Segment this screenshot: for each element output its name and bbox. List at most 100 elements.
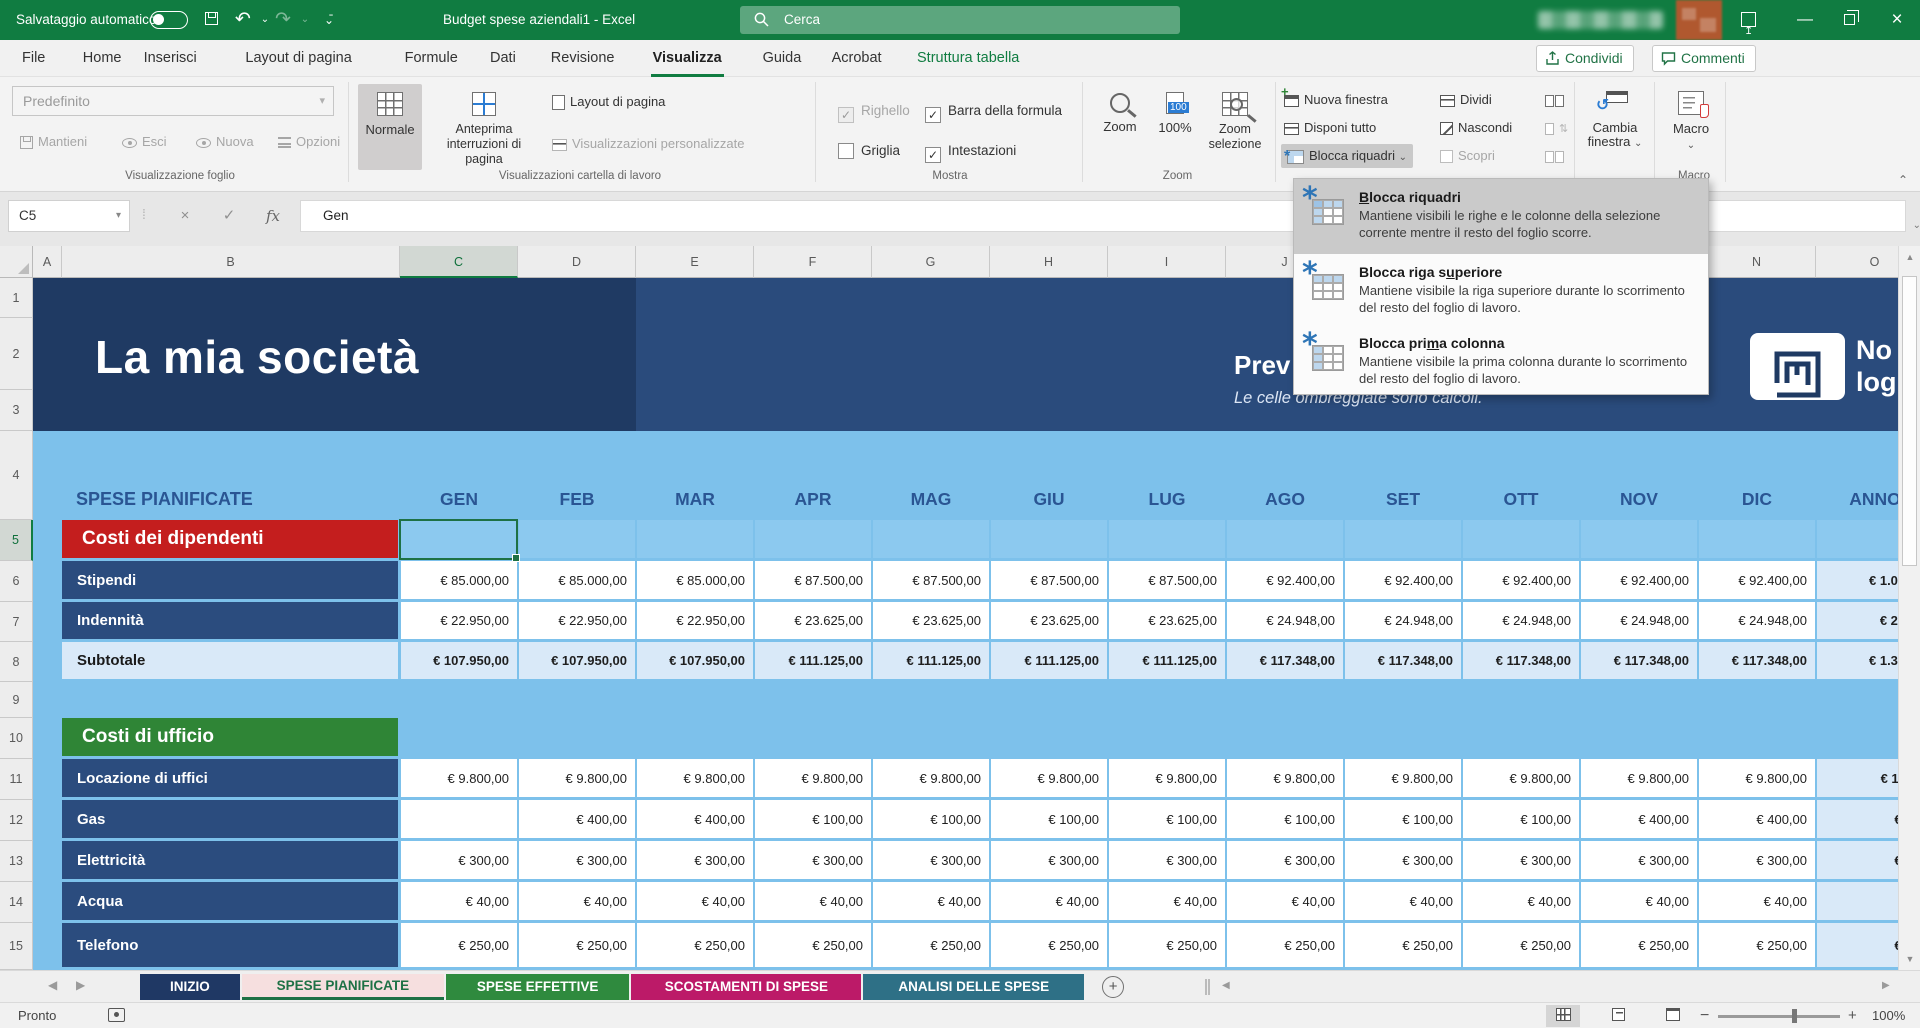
value-cell[interactable]: € 23.625,00 bbox=[755, 602, 871, 639]
sheet-nav-left-icon[interactable]: ◀ bbox=[48, 978, 57, 992]
value-cell[interactable]: € 87.500,00 bbox=[991, 561, 1107, 599]
value-cell[interactable]: € 9.800,00 bbox=[637, 759, 753, 797]
value-cell[interactable]: € 300,00 bbox=[755, 841, 871, 879]
accessibility-icon[interactable] bbox=[108, 1008, 125, 1022]
value-cell[interactable]: € 250,00 bbox=[1699, 923, 1815, 967]
row-header-15[interactable]: 15 bbox=[0, 923, 33, 970]
value-cell[interactable]: € 40,00 bbox=[873, 882, 989, 920]
empty-cell[interactable] bbox=[519, 520, 635, 558]
value-cell[interactable]: € 9.800,00 bbox=[401, 759, 517, 797]
value-cell[interactable]: € 100,00 bbox=[1109, 800, 1225, 838]
column-header-A[interactable]: A bbox=[33, 246, 62, 278]
value-cell[interactable]: € 24.948,00 bbox=[1345, 602, 1461, 639]
value-cell[interactable]: € 100,00 bbox=[991, 800, 1107, 838]
zoom-button[interactable]: Zoom bbox=[1092, 84, 1148, 170]
value-cell[interactable]: € 111.125,00 bbox=[755, 642, 871, 679]
value-cell[interactable]: € 92.400,00 bbox=[1581, 561, 1697, 599]
value-cell[interactable]: € 24.948,00 bbox=[1581, 602, 1697, 639]
ribbon-tab-struttura-tabella[interactable]: Struttura tabella bbox=[915, 40, 1021, 77]
value-cell[interactable]: € 23.625,00 bbox=[991, 602, 1107, 639]
scroll-up-icon[interactable]: ▲ bbox=[1899, 252, 1920, 262]
column-header-I[interactable]: I bbox=[1108, 246, 1226, 278]
value-cell[interactable]: € 111.125,00 bbox=[873, 642, 989, 679]
hscroll-left-icon[interactable]: ◀ bbox=[1222, 980, 1230, 991]
section-header-red[interactable]: Costi dei dipendenti bbox=[62, 520, 398, 558]
value-cell[interactable]: € 40,00 bbox=[991, 882, 1107, 920]
empty-cell[interactable] bbox=[1345, 520, 1461, 558]
section-header-green[interactable]: Costi di ufficio bbox=[62, 718, 398, 756]
column-header-H[interactable]: H bbox=[990, 246, 1108, 278]
sheet-tab-inizio[interactable]: INIZIO bbox=[140, 974, 240, 1000]
value-cell[interactable]: € 22.950,00 bbox=[401, 602, 517, 639]
value-cell[interactable]: € 92.400,00 bbox=[1227, 561, 1343, 599]
page-break-preview-button[interactable]: Anteprima interruzioni di pagina bbox=[428, 84, 540, 170]
freeze-menu-item-toprow[interactable]: *Blocca riga superioreMantiene visibile … bbox=[1294, 254, 1708, 325]
value-cell[interactable] bbox=[401, 800, 517, 838]
value-cell[interactable]: € 300,00 bbox=[1699, 841, 1815, 879]
row-label[interactable]: Stipendi bbox=[62, 561, 398, 599]
close-button[interactable]: × bbox=[1874, 0, 1920, 40]
share-button[interactable]: Condividi bbox=[1536, 45, 1634, 72]
freeze-menu-item-firstcol[interactable]: *Blocca prima colonnaMantiene visibile l… bbox=[1294, 325, 1708, 396]
value-cell[interactable]: € 117.348,00 bbox=[1227, 642, 1343, 679]
value-cell[interactable]: € 87.500,00 bbox=[755, 561, 871, 599]
normal-view-status-button[interactable] bbox=[1546, 1005, 1580, 1027]
row-header-6[interactable]: 6 bbox=[0, 561, 33, 602]
tab-scrollbar-splitter[interactable] bbox=[1205, 979, 1210, 995]
column-header-E[interactable]: E bbox=[636, 246, 754, 278]
value-cell[interactable]: € 24.948,00 bbox=[1463, 602, 1579, 639]
value-cell[interactable]: € 85.000,00 bbox=[401, 561, 517, 599]
value-cell[interactable]: € 400,00 bbox=[1581, 800, 1697, 838]
value-cell[interactable]: € 22.950,00 bbox=[637, 602, 753, 639]
value-cell[interactable]: € 250,00 bbox=[991, 923, 1107, 967]
value-cell[interactable]: € 300,00 bbox=[401, 841, 517, 879]
value-cell[interactable]: € 87.500,00 bbox=[1109, 561, 1225, 599]
zoom-in-icon[interactable]: + bbox=[1848, 1007, 1857, 1024]
value-cell[interactable]: € 117.348,00 bbox=[1581, 642, 1697, 679]
row-label[interactable]: Subtotale bbox=[62, 642, 398, 679]
value-cell[interactable]: € 40,00 bbox=[755, 882, 871, 920]
row-header-12[interactable]: 12 bbox=[0, 800, 33, 841]
row-header-5[interactable]: 5 bbox=[0, 520, 33, 561]
value-cell[interactable]: € 117.348,00 bbox=[1345, 642, 1461, 679]
value-cell[interactable]: € 300,00 bbox=[1463, 841, 1579, 879]
value-cell[interactable]: € 9.800,00 bbox=[1699, 759, 1815, 797]
value-cell[interactable]: € 300,00 bbox=[1345, 841, 1461, 879]
hscroll-right-icon[interactable]: ▶ bbox=[1882, 980, 1890, 991]
ribbon-display-options-button[interactable] bbox=[1726, 0, 1772, 40]
value-cell[interactable]: € 9.800,00 bbox=[1345, 759, 1461, 797]
row-label[interactable]: Elettricità bbox=[62, 841, 398, 879]
value-cell[interactable]: € 85.000,00 bbox=[637, 561, 753, 599]
normal-view-button[interactable]: Normale bbox=[358, 84, 422, 170]
macros-button[interactable]: Macro⌄ bbox=[1662, 84, 1720, 170]
value-cell[interactable]: € 300,00 bbox=[873, 841, 989, 879]
row-header-13[interactable]: 13 bbox=[0, 841, 33, 882]
row-header-10[interactable]: 10 bbox=[0, 718, 33, 759]
value-cell[interactable]: € 250,00 bbox=[1581, 923, 1697, 967]
sheet-tab-spese-pianificate[interactable]: SPESE PIANIFICATE bbox=[242, 974, 444, 1000]
empty-cell[interactable] bbox=[1227, 520, 1343, 558]
row-header-8[interactable]: 8 bbox=[0, 642, 33, 682]
empty-cell[interactable] bbox=[991, 520, 1107, 558]
value-cell[interactable]: € 87.500,00 bbox=[873, 561, 989, 599]
value-cell[interactable]: € 100,00 bbox=[873, 800, 989, 838]
row-label[interactable]: Acqua bbox=[62, 882, 398, 920]
insert-function-icon[interactable]: fx bbox=[256, 200, 290, 232]
value-cell[interactable]: € 40,00 bbox=[1345, 882, 1461, 920]
gridlines-checkbox[interactable]: Griglia bbox=[838, 141, 900, 161]
save-icon[interactable] bbox=[200, 9, 222, 31]
comments-button[interactable]: Commenti bbox=[1652, 45, 1756, 72]
value-cell[interactable]: € 250,00 bbox=[1109, 923, 1225, 967]
switch-windows-button[interactable]: ↺ Cambiafinestra ⌄ bbox=[1580, 84, 1650, 170]
row-header-11[interactable]: 11 bbox=[0, 759, 33, 800]
sheet-tab-spese-effettive[interactable]: SPESE EFFETTIVE bbox=[446, 974, 630, 1000]
column-header-B[interactable]: B bbox=[62, 246, 400, 278]
row-header-3[interactable]: 3 bbox=[0, 390, 33, 431]
empty-cell[interactable] bbox=[1699, 520, 1815, 558]
headings-checkbox[interactable]: ✓Intestazioni bbox=[925, 141, 1016, 161]
value-cell[interactable]: € 23.625,00 bbox=[873, 602, 989, 639]
value-cell[interactable]: € 9.800,00 bbox=[1227, 759, 1343, 797]
value-cell[interactable]: € 24.948,00 bbox=[1227, 602, 1343, 639]
zoom-percentage[interactable]: 100% bbox=[1872, 1008, 1905, 1023]
formula-bar-checkbox[interactable]: ✓Barra della formula bbox=[925, 101, 1062, 121]
